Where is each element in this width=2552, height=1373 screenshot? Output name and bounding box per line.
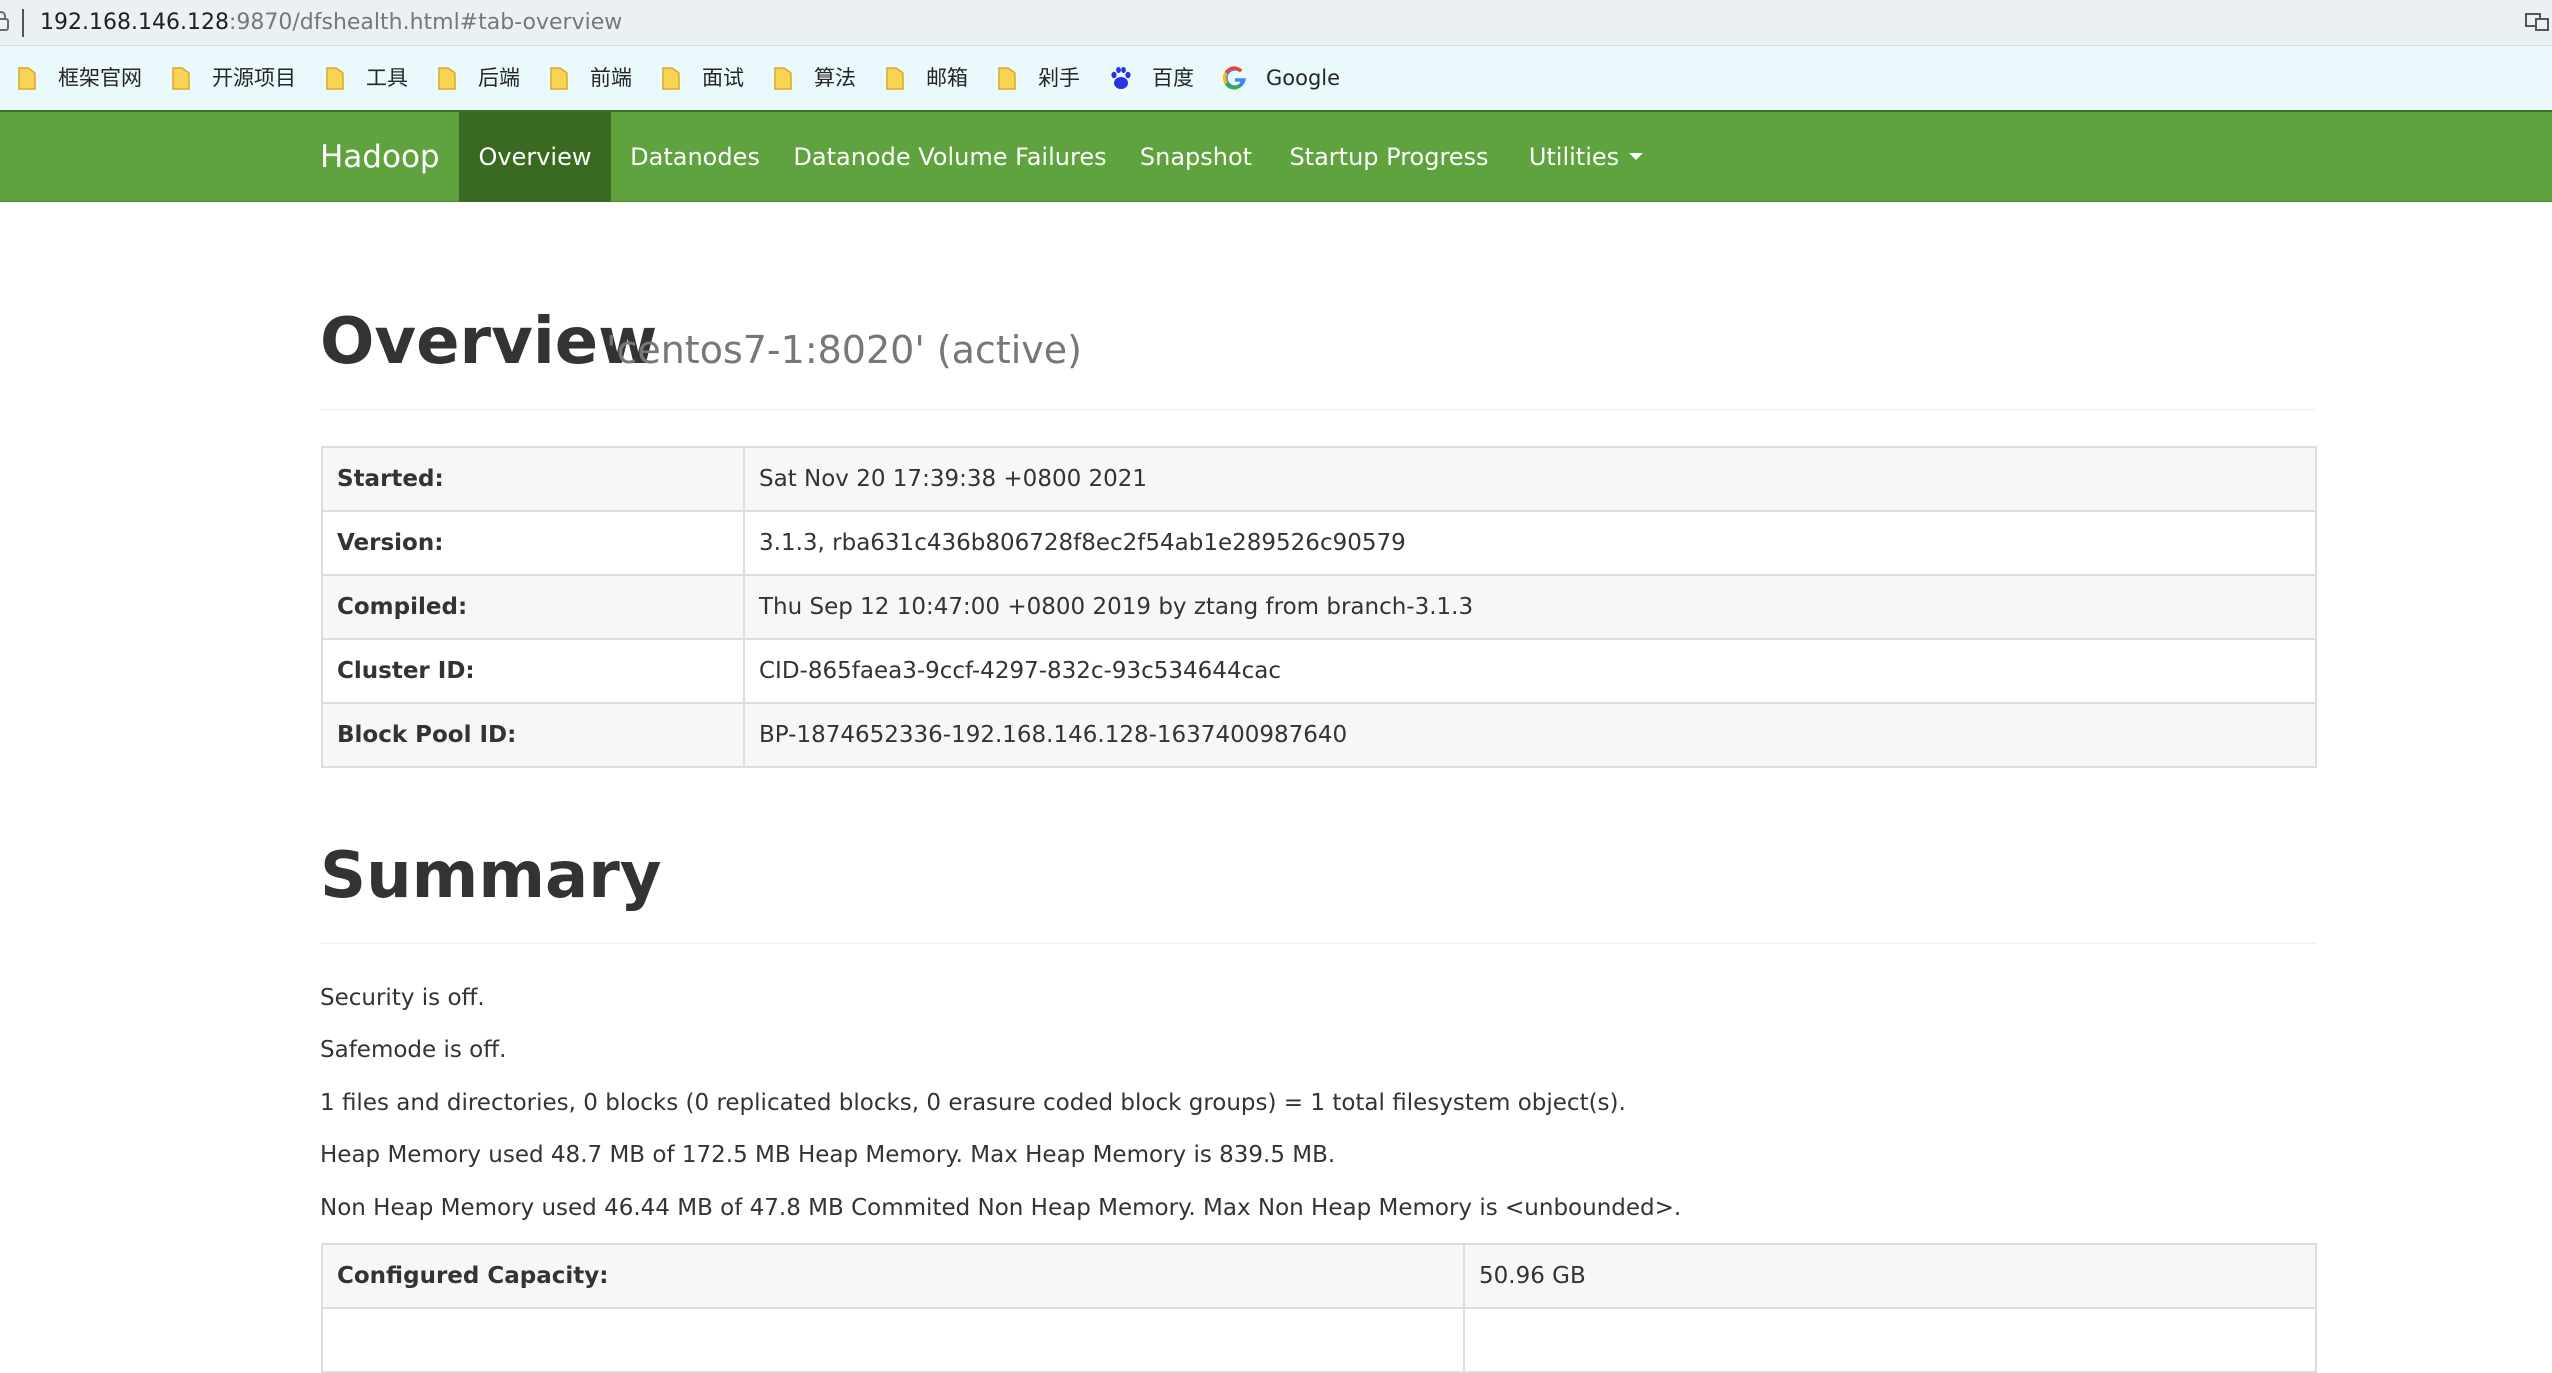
row-value — [1463, 1307, 2317, 1373]
row-value: 50.96 GB — [1463, 1243, 2317, 1309]
baidu-paw-icon — [1108, 65, 1134, 91]
row-key: Block Pool ID: — [321, 702, 745, 768]
row-key: Compiled: — [321, 574, 745, 640]
folder-icon — [774, 65, 792, 91]
nav-utilities-dropdown[interactable]: Utilities — [1507, 112, 1665, 202]
summary-table: Configured Capacity: 50.96 GB — [321, 1243, 2317, 1373]
brand-link[interactable]: Hadoop — [320, 112, 440, 202]
address-separator — [22, 9, 24, 37]
heap-memory-text: Heap Memory used 48.7 MB of 172.5 MB Hea… — [320, 1142, 1336, 1168]
address-bar[interactable]: 192.168.146.128:9870/dfshealth.html#tab-… — [0, 0, 2552, 46]
nav-overview[interactable]: Overview — [459, 112, 611, 202]
row-key: Started: — [321, 446, 745, 512]
folder-icon — [886, 65, 904, 91]
bookmark-folder[interactable]: 前端 — [550, 60, 632, 96]
table-row: Compiled: Thu Sep 12 10:47:00 +0800 2019… — [321, 574, 2317, 640]
bookmark-label: Google — [1266, 66, 1341, 90]
table-row: Version: 3.1.3, rba631c436b806728f8ec2f5… — [321, 510, 2317, 576]
nav-datanode-volume-failures[interactable]: Datanode Volume Failures — [779, 112, 1121, 202]
security-info-icon[interactable] — [0, 10, 12, 34]
bookmark-label: 邮箱 — [926, 66, 968, 90]
safemode-status-text: Safemode is off. — [320, 1037, 507, 1063]
row-value: Thu Sep 12 10:47:00 +0800 2019 by ztang … — [743, 574, 2317, 640]
folder-icon — [326, 65, 344, 91]
bookmark-baidu[interactable]: 百度 — [1108, 60, 1194, 96]
table-row: Started: Sat Nov 20 17:39:38 +0800 2021 — [321, 446, 2317, 512]
bookmark-folder[interactable]: 邮箱 — [886, 60, 968, 96]
row-key: Version: — [321, 510, 745, 576]
bookmark-label: 后端 — [478, 66, 520, 90]
folder-icon — [172, 65, 190, 91]
filesystem-objects-text: 1 files and directories, 0 blocks (0 rep… — [320, 1090, 1626, 1116]
namenode-subtitle: 'centos7-1:8020' (active) — [606, 328, 1083, 372]
folder-icon — [662, 65, 680, 91]
bookmark-folder[interactable]: 剁手 — [998, 60, 1080, 96]
row-key — [321, 1307, 1465, 1373]
nav-startup-progress[interactable]: Startup Progress — [1271, 112, 1507, 202]
bookmark-folder[interactable]: 框架官网 — [18, 60, 142, 96]
summary-title: Summary — [320, 839, 662, 913]
bookmark-folder[interactable]: 后端 — [438, 60, 520, 96]
table-row: Block Pool ID: BP-1874652336-192.168.146… — [321, 702, 2317, 768]
nav-datanodes[interactable]: Datanodes — [611, 112, 779, 202]
row-value: 3.1.3, rba631c436b806728f8ec2f54ab1e2895… — [743, 510, 2317, 576]
bookmark-folder[interactable]: 工具 — [326, 60, 408, 96]
row-value: BP-1874652336-192.168.146.128-1637400987… — [743, 702, 2317, 768]
summary-header: Summary — [320, 832, 2316, 944]
folder-icon — [550, 65, 568, 91]
nav-utilities-label: Utilities — [1528, 143, 1620, 171]
table-row — [321, 1307, 2317, 1373]
security-status-text: Security is off. — [320, 985, 485, 1011]
bookmark-label: 前端 — [590, 66, 632, 90]
overview-header: Overview 'centos7-1:8020' (active) — [320, 300, 2316, 410]
bookmark-label: 开源项目 — [212, 66, 296, 90]
url-path: :9870/dfshealth.html#tab-overview — [228, 10, 623, 35]
bookmark-label: 框架官网 — [58, 66, 142, 90]
caret-down-icon — [1629, 152, 1644, 160]
row-key: Configured Capacity: — [321, 1243, 1465, 1309]
bookmark-folder[interactable]: 面试 — [662, 60, 744, 96]
url-host: 192.168.146.128 — [40, 10, 229, 35]
overview-table: Started: Sat Nov 20 17:39:38 +0800 2021 … — [321, 446, 2317, 768]
row-key: Cluster ID: — [321, 638, 745, 704]
bookmark-folder[interactable]: 算法 — [774, 60, 856, 96]
row-value: Sat Nov 20 17:39:38 +0800 2021 — [743, 446, 2317, 512]
bookmarks-bar: 框架官网 开源项目 工具 后端 前端 面试 算法 邮箱 剁手 百度 Google — [0, 46, 2552, 110]
reader-mode-icon[interactable] — [2524, 11, 2550, 33]
nav-snapshot[interactable]: Snapshot — [1121, 112, 1271, 202]
bookmark-label: 面试 — [702, 66, 744, 90]
bookmark-folder[interactable]: 开源项目 — [172, 60, 296, 96]
folder-icon — [18, 65, 36, 91]
bookmark-label: 工具 — [366, 66, 408, 90]
table-row: Configured Capacity: 50.96 GB — [321, 1243, 2317, 1309]
table-row: Cluster ID: CID-865faea3-9ccf-4297-832c-… — [321, 638, 2317, 704]
folder-icon — [438, 65, 456, 91]
non-heap-memory-text: Non Heap Memory used 46.44 MB of 47.8 MB… — [320, 1195, 1682, 1221]
bookmark-label: 算法 — [814, 66, 856, 90]
main-navbar: Hadoop Overview Datanodes Datanode Volum… — [0, 110, 2552, 202]
google-g-icon — [1222, 65, 1248, 91]
bookmark-label: 剁手 — [1038, 66, 1080, 90]
row-value: CID-865faea3-9ccf-4297-832c-93c534644cac — [743, 638, 2317, 704]
folder-icon — [998, 65, 1016, 91]
url-field[interactable]: 192.168.146.128:9870/dfshealth.html#tab-… — [40, 8, 622, 38]
bookmark-label: 百度 — [1152, 66, 1194, 90]
bookmark-google[interactable]: Google — [1222, 60, 1340, 96]
